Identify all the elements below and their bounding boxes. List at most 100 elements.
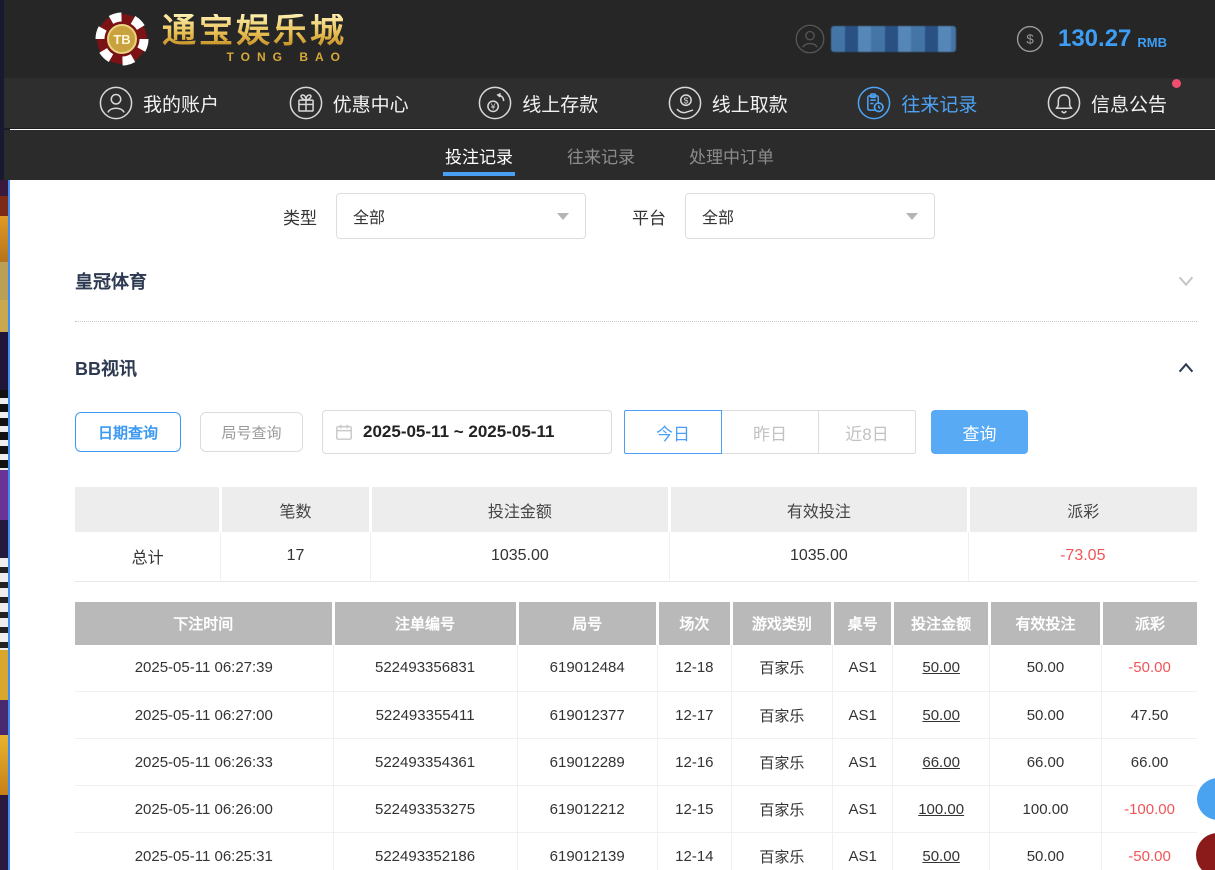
user-icon [99, 86, 133, 120]
bet-amount-link[interactable]: 50.00 [893, 833, 989, 870]
record-tabs: 投注记录 往来记录 处理中订单 [4, 130, 1215, 180]
valid-bet: 50.00 [989, 645, 1101, 692]
platform-select-value: 全部 [702, 204, 734, 228]
game-type: 百家乐 [731, 739, 832, 786]
nav-item-announcements[interactable]: 信息公告 [1047, 86, 1167, 120]
col-game-type: 游戏类别 [731, 602, 832, 645]
col-bet-time: 下注时间 [75, 602, 333, 645]
bet-amount-link[interactable]: 100.00 [893, 786, 989, 833]
summary-header-count: 笔数 [221, 487, 370, 532]
nav-item-withdraw[interactable]: $ 线上取款 [668, 86, 788, 120]
withdraw-icon: $ [668, 86, 702, 120]
type-select[interactable]: 全部 [336, 193, 586, 239]
round-id: 619012139 [517, 833, 657, 870]
nav-item-deposit[interactable]: ¥ 线上存款 [478, 86, 598, 120]
balance-display: $ 130.27 RMB [1016, 25, 1167, 53]
summary-payout: -73.05 [968, 532, 1197, 581]
notification-badge [1172, 79, 1181, 88]
type-select-value: 全部 [353, 204, 385, 228]
chevron-up-icon[interactable] [1175, 357, 1197, 379]
summary-bet-amount: 1035.00 [370, 532, 670, 581]
session: 12-14 [657, 833, 731, 870]
chevron-down-icon [557, 213, 569, 220]
nav-item-promotions[interactable]: 优惠中心 [289, 86, 409, 120]
section-title: BB视讯 [75, 355, 137, 381]
search-button[interactable]: 查询 [931, 410, 1028, 454]
bet-amount-link[interactable]: 66.00 [893, 739, 989, 786]
section-crown-sports[interactable]: 皇冠体育 [75, 268, 1197, 294]
bet-time: 2025-05-11 06:26:33 [75, 739, 333, 786]
nav-label: 往来记录 [901, 90, 977, 117]
tab-bet-records[interactable]: 投注记录 [443, 130, 515, 180]
summary-count: 17 [221, 532, 370, 581]
user-account[interactable] [795, 24, 956, 54]
table-id: AS1 [832, 739, 893, 786]
round-query-button[interactable]: 局号查询 [200, 412, 303, 452]
svg-text:¥: ¥ [490, 102, 496, 112]
tab-pending-orders[interactable]: 处理中订单 [687, 130, 776, 180]
order-id: 522493352186 [333, 833, 517, 870]
chevron-down-icon[interactable] [1175, 270, 1197, 292]
valid-bet: 100.00 [989, 786, 1101, 833]
brand-name: 通宝娱乐城 [162, 14, 347, 48]
svg-text:$: $ [1026, 32, 1034, 47]
round-id: 619012289 [517, 739, 657, 786]
payout: -50.00 [1102, 833, 1197, 870]
table-id: AS1 [832, 645, 893, 692]
svg-text:$: $ [683, 95, 688, 105]
valid-bet: 50.00 [989, 833, 1101, 870]
table-row: 2025-05-11 06:26:00 522493353275 6190122… [75, 786, 1197, 833]
today-button[interactable]: 今日 [624, 410, 722, 454]
table-id: AS1 [832, 786, 893, 833]
summary-valid-bet: 1035.00 [670, 532, 968, 581]
platform-select[interactable]: 全部 [685, 193, 935, 239]
bet-time: 2025-05-11 06:25:31 [75, 833, 333, 870]
bet-table-header-row: 下注时间 注单编号 局号 场次 游戏类别 桌号 投注金额 有效投注 派彩 [75, 602, 1197, 645]
tab-transaction-records[interactable]: 往来记录 [565, 130, 637, 180]
nav-label: 优惠中心 [333, 90, 409, 117]
balance-currency: RMB [1137, 35, 1167, 50]
summary-header-empty [75, 487, 221, 532]
brand-logo[interactable]: TB 通宝娱乐城 TONG BAO [94, 11, 347, 67]
payout: -50.00 [1102, 645, 1197, 692]
col-session: 场次 [657, 602, 731, 645]
game-type: 百家乐 [731, 833, 832, 870]
payout: 47.50 [1102, 692, 1197, 739]
section-bb-video[interactable]: BB视讯 [75, 355, 1197, 381]
col-valid-bet: 有效投注 [989, 602, 1101, 645]
game-type: 百家乐 [731, 645, 832, 692]
platform-filter-label: 平台 [632, 204, 666, 229]
user-avatar-icon [795, 24, 825, 54]
col-payout: 派彩 [1102, 602, 1197, 645]
order-id: 522493353275 [333, 786, 517, 833]
nav-label: 线上存款 [522, 90, 598, 117]
bet-amount-link[interactable]: 50.00 [893, 645, 989, 692]
bet-time: 2025-05-11 06:27:00 [75, 692, 333, 739]
session: 12-16 [657, 739, 731, 786]
date-query-button[interactable]: 日期查询 [75, 412, 181, 452]
svg-text:TB: TB [113, 32, 130, 47]
yesterday-button[interactable]: 昨日 [721, 410, 819, 454]
game-type: 百家乐 [731, 692, 832, 739]
poker-chip-icon: TB [94, 11, 150, 67]
coin-icon: $ [1016, 25, 1044, 53]
bet-records-table: 下注时间 注单编号 局号 场次 游戏类别 桌号 投注金额 有效投注 派彩 202… [75, 602, 1197, 870]
table-row: 2025-05-11 06:25:31 522493352186 6190121… [75, 833, 1197, 870]
table-row: 2025-05-11 06:27:00 522493355411 6190123… [75, 692, 1197, 739]
nav-label: 线上取款 [712, 90, 788, 117]
nav-item-transaction-records[interactable]: 往来记录 [857, 86, 977, 120]
filter-row: 类型 全部 平台 全部 [283, 193, 1197, 239]
order-id: 522493355411 [333, 692, 517, 739]
round-id: 619012484 [517, 645, 657, 692]
date-range-input[interactable]: 2025-05-11 ~ 2025-05-11 [322, 410, 612, 454]
session: 12-18 [657, 645, 731, 692]
last-8-days-button[interactable]: 近8日 [818, 410, 916, 454]
col-bet-amount: 投注金额 [893, 602, 989, 645]
summary-total-row: 总计 17 1035.00 1035.00 -73.05 [75, 532, 1197, 581]
section-divider [75, 321, 1197, 322]
brand-name-en: TONG BAO [227, 50, 347, 64]
summary-table: 笔数 投注金额 有效投注 派彩 总计 17 1035.00 1035.00 -7… [75, 487, 1197, 582]
table-id: AS1 [832, 692, 893, 739]
nav-item-my-account[interactable]: 我的账户 [99, 86, 219, 120]
bet-amount-link[interactable]: 50.00 [893, 692, 989, 739]
